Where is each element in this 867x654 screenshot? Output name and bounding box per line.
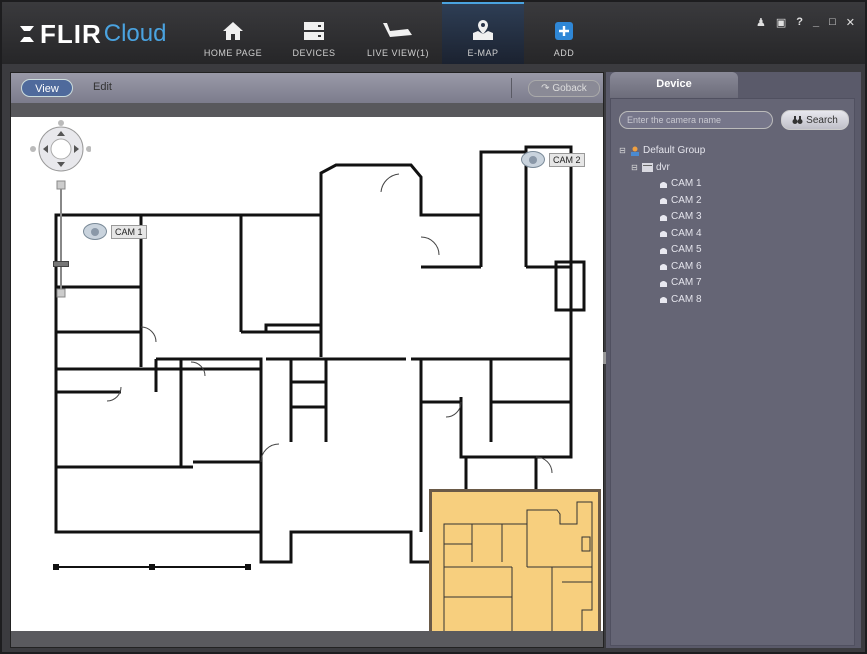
camera-icon xyxy=(660,198,667,205)
top-bar: FLIR Cloud HOME PAGE DEVICES LIVE VIEW(1… xyxy=(2,2,865,64)
nav-home-page[interactable]: HOME PAGE xyxy=(197,2,269,64)
nav-add[interactable]: ADD xyxy=(532,2,596,64)
nav-home-page-label: HOME PAGE xyxy=(203,48,263,58)
nav-e-map[interactable]: E-MAP xyxy=(442,2,524,64)
minimap-drawing xyxy=(443,501,593,631)
map-camera-2[interactable]: CAM 2 xyxy=(521,151,585,168)
tree-camera-item[interactable]: CAM 7 xyxy=(619,275,705,292)
nav-live-view-label: LIVE VIEW(1) xyxy=(366,48,429,58)
goback-label: Goback xyxy=(552,83,587,94)
map-camera-1-label: CAM 1 xyxy=(111,224,147,239)
camera-list: CAM 1 CAM 2 CAM 3 CAM 4 CAM 5 CAM 6 CAM 7 CAM 8 xyxy=(619,176,705,308)
search-button-label: Search xyxy=(806,114,838,126)
minimap-overview[interactable] xyxy=(429,489,601,631)
camera-icon xyxy=(660,264,667,271)
camera-marker-icon xyxy=(83,223,107,240)
nav-e-map-label: E-MAP xyxy=(467,48,499,58)
map-pin-icon xyxy=(473,20,493,40)
search-button[interactable]: Search xyxy=(781,110,849,130)
nav-add-label: ADD xyxy=(553,48,575,58)
camera-icon xyxy=(660,297,667,304)
logo-text-flir: FLIR xyxy=(40,18,102,49)
device-panel-body: Search ⊟ Default Group ⊟ dvr CAM 1CAM 2C… xyxy=(610,98,855,646)
tree-group-row[interactable]: ⊟ Default Group xyxy=(619,143,705,160)
minimize-button[interactable]: _ xyxy=(813,16,819,29)
user-icon[interactable]: ♟ xyxy=(756,16,766,29)
tree-camera-label: CAM 2 xyxy=(671,194,702,206)
camera-icon xyxy=(660,247,667,254)
tree-group-label: Default Group xyxy=(643,145,706,156)
map-panel: View Edit ↷ Goback CAM 1 CAM 2 xyxy=(10,72,604,648)
tree-camera-label: CAM 6 xyxy=(671,260,702,272)
edit-button[interactable]: Edit xyxy=(93,81,112,93)
tree-device-row[interactable]: ⊟ dvr xyxy=(619,160,705,177)
tree-camera-item[interactable]: CAM 2 xyxy=(619,193,705,210)
nav-devices-label: DEVICES xyxy=(292,48,336,58)
pan-control-icon xyxy=(30,120,92,298)
nav-live-view[interactable]: LIVE VIEW(1) xyxy=(359,2,437,64)
map-camera-2-label: CAM 2 xyxy=(549,152,585,167)
camera-icon xyxy=(660,280,667,287)
tree-camera-label: CAM 1 xyxy=(671,178,702,189)
toolbar-divider xyxy=(511,78,512,98)
tree-camera-label: CAM 3 xyxy=(671,211,702,222)
plus-icon xyxy=(555,22,573,40)
tree-camera-item[interactable]: CAM 4 xyxy=(619,226,705,243)
map-toolbar: View Edit ↷ Goback xyxy=(11,73,603,103)
camera-icon xyxy=(660,214,667,221)
collapse-toggle-icon[interactable]: ⊟ xyxy=(631,160,639,177)
flir-logo-icon xyxy=(20,26,34,42)
lock-icon[interactable]: ▣ xyxy=(776,16,786,29)
camera-icon xyxy=(383,23,412,37)
tree-camera-item[interactable]: CAM 1 xyxy=(619,176,705,193)
collapse-toggle-icon[interactable]: ⊟ xyxy=(619,143,627,160)
camera-search-input[interactable] xyxy=(619,111,773,129)
group-icon xyxy=(631,146,639,157)
floor-plan-map[interactable]: CAM 1 CAM 2 xyxy=(11,117,603,631)
tree-camera-item[interactable]: CAM 8 xyxy=(619,292,705,309)
tree-camera-label: CAM 5 xyxy=(671,244,702,255)
view-button[interactable]: View xyxy=(21,79,73,97)
device-panel: Device Search ⊟ Default Group ⊟ dvr CAM … xyxy=(606,72,861,648)
tree-camera-item[interactable]: CAM 5 xyxy=(619,242,705,259)
tree-camera-label: CAM 4 xyxy=(671,227,702,239)
binoculars-icon xyxy=(792,116,803,124)
camera-marker-icon xyxy=(521,151,545,168)
tree-camera-label: CAM 7 xyxy=(671,277,702,288)
device-tree: ⊟ Default Group ⊟ dvr CAM 1 CAM 2 CAM 3 CAM… xyxy=(619,143,705,308)
close-button[interactable]: ✕ xyxy=(846,16,855,29)
goback-arrow-icon: ↷ xyxy=(541,83,553,94)
tree-camera-label: CAM 8 xyxy=(671,293,702,305)
flir-cloud-logo: FLIR Cloud xyxy=(16,18,166,50)
maximize-button[interactable]: □ xyxy=(829,16,836,29)
app-window: FLIR Cloud HOME PAGE DEVICES LIVE VIEW(1… xyxy=(0,0,867,654)
tree-camera-item[interactable]: CAM 6 xyxy=(619,259,705,276)
pan-zoom-control xyxy=(11,117,92,312)
goback-button[interactable]: ↷ Goback xyxy=(528,80,600,97)
devices-icon xyxy=(304,22,324,40)
logo-text-cloud: Cloud xyxy=(103,20,167,47)
zoom-slider-thumb[interactable] xyxy=(53,261,69,267)
tree-device-label: dvr xyxy=(656,161,670,173)
map-header-strip xyxy=(11,103,603,117)
dvr-icon xyxy=(642,163,653,173)
nav-devices[interactable]: DEVICES xyxy=(282,2,346,64)
map-camera-1[interactable]: CAM 1 xyxy=(83,223,147,240)
window-controls: ♟ ▣ ? _ □ ✕ xyxy=(756,16,855,29)
camera-icon xyxy=(660,231,667,238)
help-button[interactable]: ? xyxy=(796,16,803,29)
map-footer-bar xyxy=(11,631,603,647)
home-icon xyxy=(223,22,243,40)
tree-camera-item[interactable]: CAM 3 xyxy=(619,209,705,226)
camera-icon xyxy=(660,181,667,188)
tab-device[interactable]: Device xyxy=(610,72,738,98)
